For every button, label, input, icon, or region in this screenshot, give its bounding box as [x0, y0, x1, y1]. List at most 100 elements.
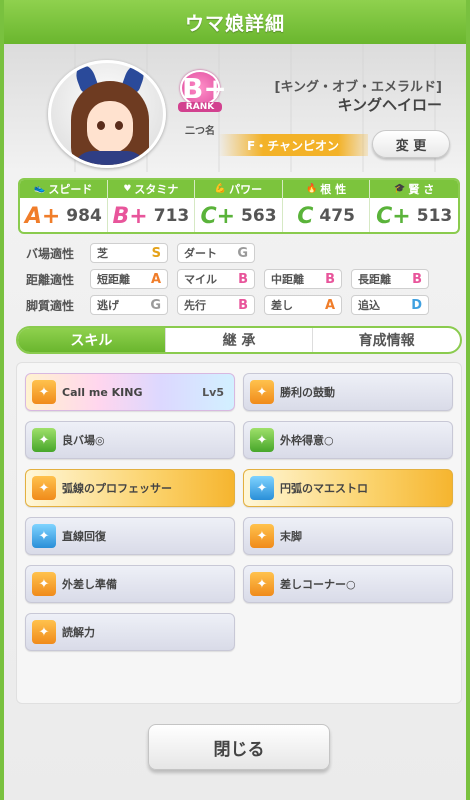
stat-grade: C+: [376, 203, 411, 229]
skill-icon: ✦: [32, 428, 56, 452]
stat-body: C+ 513: [370, 198, 458, 232]
aptitude-cell: 差し A: [264, 295, 342, 315]
stat-header: 💪 パワー: [195, 180, 282, 198]
aptitude-name: 長距離: [358, 273, 391, 286]
aptitude-name: 追込: [358, 299, 380, 312]
skill-name: 勝利の鼓動: [280, 386, 335, 399]
dialog-title: ウマ娘詳細: [4, 0, 466, 44]
aptitude-name: マイル: [184, 273, 217, 286]
stat-label: 賢 さ: [408, 183, 435, 196]
skill-level: Lv5: [202, 385, 224, 399]
skill-icon: ✦: [250, 572, 274, 596]
skill-card[interactable]: ✦ Call me KING Lv5: [25, 373, 235, 411]
stat-header: 🔥 根 性: [282, 180, 370, 198]
aptitude-grade: G: [150, 297, 161, 313]
skill-icon: ✦: [32, 380, 56, 404]
skill-card[interactable]: ✦ 弧線のプロフェッサー: [25, 469, 235, 507]
stat-header: 🎓 賢 さ: [370, 180, 458, 198]
skill-card[interactable]: ✦ 差しコーナー○: [243, 565, 453, 603]
skill-name: 良バ場◎: [62, 434, 105, 447]
title-ribbon: F・チャンピオン: [218, 134, 368, 156]
skill-card[interactable]: ✦ 外差し準備: [25, 565, 235, 603]
aptitude-label: 脚質適性: [26, 298, 75, 313]
aptitude-name: 芝: [97, 247, 108, 260]
stat-grade: B+: [112, 203, 148, 229]
rank-badge: B+ RANK: [176, 70, 227, 120]
skill-name: 差しコーナー○: [280, 578, 356, 591]
stat-value: 563: [241, 206, 277, 226]
graduation-cap-icon: 🎓: [394, 184, 406, 194]
stat-value: 984: [66, 206, 102, 226]
aptitude-grade: B: [325, 271, 335, 287]
skill-name: Call me KING: [62, 385, 143, 399]
aptitude-label: バ場適性: [26, 246, 75, 261]
skill-name: 弧線のプロフェッサー: [62, 482, 172, 495]
skill-icon: ✦: [32, 476, 56, 500]
aptitude-cell: 先行 B: [177, 295, 255, 315]
rank-letter: B+: [180, 70, 227, 106]
skill-card[interactable]: ✦ 直線回復: [25, 517, 235, 555]
heart-icon: ♥: [123, 184, 132, 194]
aptitude-row: 距離適性 短距離 A マイル B 中距離 B 長距離 B: [26, 266, 446, 292]
skill-icon: ✦: [250, 428, 274, 452]
stat-label: スタミナ: [134, 183, 179, 196]
stat-label: スピード: [48, 183, 93, 196]
skill-card[interactable]: ✦ 勝利の鼓動: [243, 373, 453, 411]
skill-icon: ✦: [250, 476, 274, 500]
eye-right: [115, 121, 123, 130]
aptitude-name: ダート: [184, 247, 217, 260]
skill-icon: ✦: [32, 620, 56, 644]
aptitude-label: 距離適性: [26, 272, 75, 287]
eye-left: [97, 121, 105, 130]
aptitude-name: 先行: [184, 299, 206, 312]
aptitude-cell: 短距離 A: [90, 269, 168, 289]
stat-1: ♥ スタミナ B+ 713: [107, 180, 196, 232]
change-title-button[interactable]: 変 更: [372, 130, 450, 158]
skill-card[interactable]: ✦ 円弧のマエストロ: [243, 469, 453, 507]
muscle-icon: 💪: [214, 184, 227, 194]
tab-1[interactable]: 継 承: [166, 328, 314, 352]
aptitude-grade: D: [411, 297, 422, 313]
skill-name: 末脚: [280, 530, 302, 543]
character-name: キングヘイロー: [337, 96, 442, 114]
stat-body: B+ 713: [108, 198, 195, 232]
skill-icon: ✦: [32, 572, 56, 596]
stat-label: 根 性: [320, 183, 347, 196]
aptitude-grade: A: [150, 271, 161, 287]
stats-panel: 👟 スピード A+ 984 ♥ スタミナ B+ 713 💪 パワー C+ 563 🔥 根 性 C 475 🎓 賢 …: [18, 178, 460, 234]
aptitude-grade: G: [237, 245, 248, 261]
aptitude-cell: ダート G: [177, 243, 255, 263]
stat-grade: C: [297, 203, 314, 229]
stat-body: C+ 563: [195, 198, 282, 232]
stat-grade: C+: [200, 203, 236, 229]
close-button[interactable]: 閉じる: [148, 724, 330, 770]
aptitude-table: バ場適性芝 S ダート G 距離適性 短距離 A マイル B 中距離 B 長距離 B 脚質適性 逃げ G 先行 B…: [26, 240, 446, 318]
flame-icon: 🔥: [306, 184, 318, 194]
stat-value: 513: [416, 206, 453, 226]
skill-name: 外差し準備: [62, 578, 117, 591]
character-detail-dialog: ウマ娘詳細 B+ RANK 二つ名 [キング・オブ・エメラルド] キングヘイロー…: [0, 0, 470, 800]
skill-icon: ✦: [250, 380, 274, 404]
skill-card[interactable]: ✦ 読解力: [25, 613, 235, 651]
tab-0[interactable]: スキル: [18, 328, 166, 352]
stat-3: 🔥 根 性 C 475: [282, 180, 371, 232]
character-portrait: [48, 60, 166, 168]
face: [87, 101, 133, 153]
skill-icon: ✦: [32, 524, 56, 548]
aptitude-grade: B: [238, 297, 248, 313]
aptitude-cell: 追込 D: [351, 295, 429, 315]
stat-0: 👟 スピード A+ 984: [20, 180, 108, 232]
skill-card[interactable]: ✦ 良バ場◎: [25, 421, 235, 459]
stat-2: 💪 パワー C+ 563: [195, 180, 283, 232]
aptitude-cell: 逃げ G: [90, 295, 168, 315]
aptitude-name: 短距離: [97, 273, 130, 286]
stat-grade: A+: [24, 203, 61, 229]
skill-card[interactable]: ✦ 外枠得意○: [243, 421, 453, 459]
tab-2[interactable]: 育成情報: [313, 328, 460, 352]
aptitude-cell: 芝S: [90, 243, 168, 263]
stat-body: A+ 984: [20, 198, 107, 232]
aptitude-grade: B: [412, 271, 422, 287]
stat-value: 475: [319, 206, 355, 226]
skill-name: 外枠得意○: [280, 434, 334, 447]
skill-card[interactable]: ✦ 末脚: [243, 517, 453, 555]
